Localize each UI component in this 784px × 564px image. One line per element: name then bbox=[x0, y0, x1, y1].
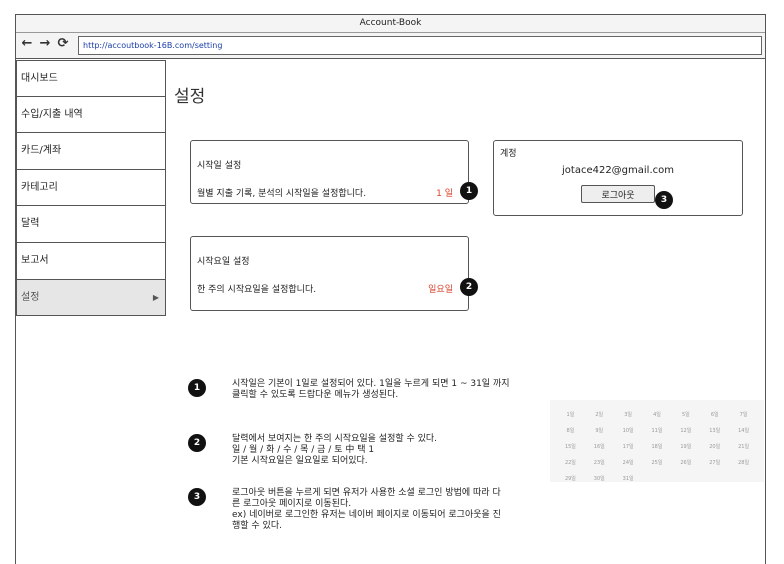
annotation-badge-2: 2 bbox=[460, 278, 478, 296]
calendar-day-cell[interactable]: 18일 bbox=[643, 440, 672, 454]
start-weekday-title: 시작요일 설정 bbox=[197, 257, 250, 267]
address-bar[interactable]: http://accoutbook-16B.com/setting bbox=[78, 36, 762, 55]
note-badge: 3 bbox=[188, 488, 206, 506]
note-text: 로그아웃 버튼을 누르게 되면 유저가 사용한 소셜 로그인 방법에 따라 다 … bbox=[232, 488, 501, 531]
calendar-day-cell[interactable]: 26일 bbox=[671, 456, 700, 470]
calendar-day-cell[interactable]: 28일 bbox=[729, 456, 758, 470]
calendar-day-cell[interactable]: 17일 bbox=[614, 440, 643, 454]
sidebar: 대시보드 수입/지출 내역 카드/계좌 카테고리 달력 보고서 설정 ▶ bbox=[16, 60, 166, 317]
start-weekday-description: 한 주의 시작요일을 설정합니다. bbox=[197, 285, 317, 295]
note-badge: 1 bbox=[188, 379, 206, 397]
page-title: 설정 bbox=[174, 87, 206, 107]
start-day-card: 시작일 설정 월별 지출 기록, 분석의 시작일을 설정합니다. 1 일 bbox=[190, 140, 469, 204]
account-card: 계정 jotace422@gmail.com 로그아웃 bbox=[493, 140, 743, 216]
calendar-day-cell[interactable]: 25일 bbox=[643, 456, 672, 470]
account-email: jotace422@gmail.com bbox=[562, 165, 674, 176]
account-title: 계정 bbox=[500, 149, 517, 159]
sidebar-item-calendar[interactable]: 달력 bbox=[16, 206, 166, 243]
window-title: Account-Book bbox=[16, 15, 765, 33]
sidebar-item-dashboard[interactable]: 대시보드 bbox=[16, 60, 166, 97]
calendar-day-cell[interactable]: 14일 bbox=[729, 424, 758, 438]
sidebar-item-transactions[interactable]: 수입/지출 내역 bbox=[16, 96, 166, 134]
sidebar-item-label: 카드/계좌 bbox=[21, 145, 62, 157]
calendar-day-cell[interactable]: 3일 bbox=[614, 408, 643, 422]
calendar-day-cell[interactable]: 16일 bbox=[585, 440, 614, 454]
start-weekday-card: 시작요일 설정 한 주의 시작요일을 설정합니다. 일요일 bbox=[190, 236, 469, 311]
forward-arrow-icon[interactable]: → bbox=[38, 37, 52, 51]
day-dropdown-preview: 1일 2일 3일 4일 5일 6일 7일 8일 9일 10일 11일 12일 13일 14일 15일 16일 1… bbox=[550, 400, 764, 482]
calendar-day-cell[interactable]: 13일 bbox=[700, 424, 729, 438]
start-day-title: 시작일 설정 bbox=[197, 161, 242, 171]
calendar-day-cell[interactable]: 2일 bbox=[585, 408, 614, 422]
reload-icon[interactable]: ⟳ bbox=[56, 37, 70, 51]
calendar-day-cell[interactable]: 8일 bbox=[556, 424, 585, 438]
note-text: 달력에서 보여지는 한 주의 시작요일을 설정할 수 있다. 일 / 월 / 화… bbox=[232, 434, 438, 466]
sidebar-item-settings[interactable]: 설정 ▶ bbox=[16, 279, 166, 317]
sidebar-item-cards[interactable]: 카드/계좌 bbox=[16, 133, 166, 170]
sidebar-item-label: 설정 bbox=[21, 291, 40, 303]
calendar-day-cell[interactable]: 23일 bbox=[585, 456, 614, 470]
calendar-day-cell[interactable]: 7일 bbox=[729, 408, 758, 422]
note-badge: 2 bbox=[188, 434, 206, 452]
calendar-day-cell[interactable]: 21일 bbox=[729, 440, 758, 454]
calendar-day-cell[interactable]: 9일 bbox=[585, 424, 614, 438]
calendar-day-cell[interactable]: 12일 bbox=[671, 424, 700, 438]
logout-button[interactable]: 로그아웃 bbox=[581, 185, 655, 203]
sidebar-item-reports[interactable]: 보고서 bbox=[16, 242, 166, 280]
calendar-day-cell[interactable]: 19일 bbox=[671, 440, 700, 454]
calendar-day-cell[interactable]: 15일 bbox=[556, 440, 585, 454]
sidebar-item-categories[interactable]: 카테고리 bbox=[16, 169, 166, 207]
calendar-day-cell[interactable]: 29일 bbox=[556, 472, 585, 486]
calendar-day-cell[interactable]: 30일 bbox=[585, 472, 614, 486]
start-day-description: 월별 지출 기록, 분석의 시작일을 설정합니다. bbox=[197, 189, 367, 199]
sidebar-item-label: 보고서 bbox=[21, 254, 49, 266]
calendar-day-cell[interactable]: 24일 bbox=[614, 456, 643, 470]
calendar-day-cell[interactable]: 1일 bbox=[556, 408, 585, 422]
browser-toolbar: ← → ⟳ http://accoutbook-16B.com/setting bbox=[16, 33, 765, 59]
calendar-day-cell[interactable]: 10일 bbox=[614, 424, 643, 438]
sidebar-item-label: 카테고리 bbox=[21, 181, 58, 193]
start-day-value[interactable]: 1 일 bbox=[436, 186, 453, 199]
sidebar-item-label: 수입/지출 내역 bbox=[21, 108, 83, 120]
calendar-day-cell[interactable]: 22일 bbox=[556, 456, 585, 470]
calendar-day-cell[interactable]: 5일 bbox=[671, 408, 700, 422]
calendar-day-cell[interactable]: 4일 bbox=[643, 408, 672, 422]
sidebar-item-label: 대시보드 bbox=[21, 73, 58, 84]
sidebar-item-label: 달력 bbox=[21, 218, 40, 230]
caret-right-icon: ▶ bbox=[152, 292, 159, 302]
calendar-day-cell[interactable]: 11일 bbox=[643, 424, 672, 438]
note-text: 시작일은 기본이 1일로 설정되어 있다. 1일을 누르게 되면 1 ~ 31일… bbox=[232, 379, 510, 400]
back-arrow-icon[interactable]: ← bbox=[20, 37, 34, 51]
calendar-day-cell[interactable]: 27일 bbox=[700, 456, 729, 470]
calendar-day-cell[interactable]: 6일 bbox=[700, 408, 729, 422]
start-weekday-value[interactable]: 일요일 bbox=[428, 282, 453, 295]
annotation-badge-1: 1 bbox=[460, 182, 478, 200]
calendar-day-cell[interactable]: 20일 bbox=[700, 440, 729, 454]
calendar-day-cell[interactable]: 31일 bbox=[614, 472, 643, 486]
annotation-badge-3: 3 bbox=[655, 191, 673, 209]
